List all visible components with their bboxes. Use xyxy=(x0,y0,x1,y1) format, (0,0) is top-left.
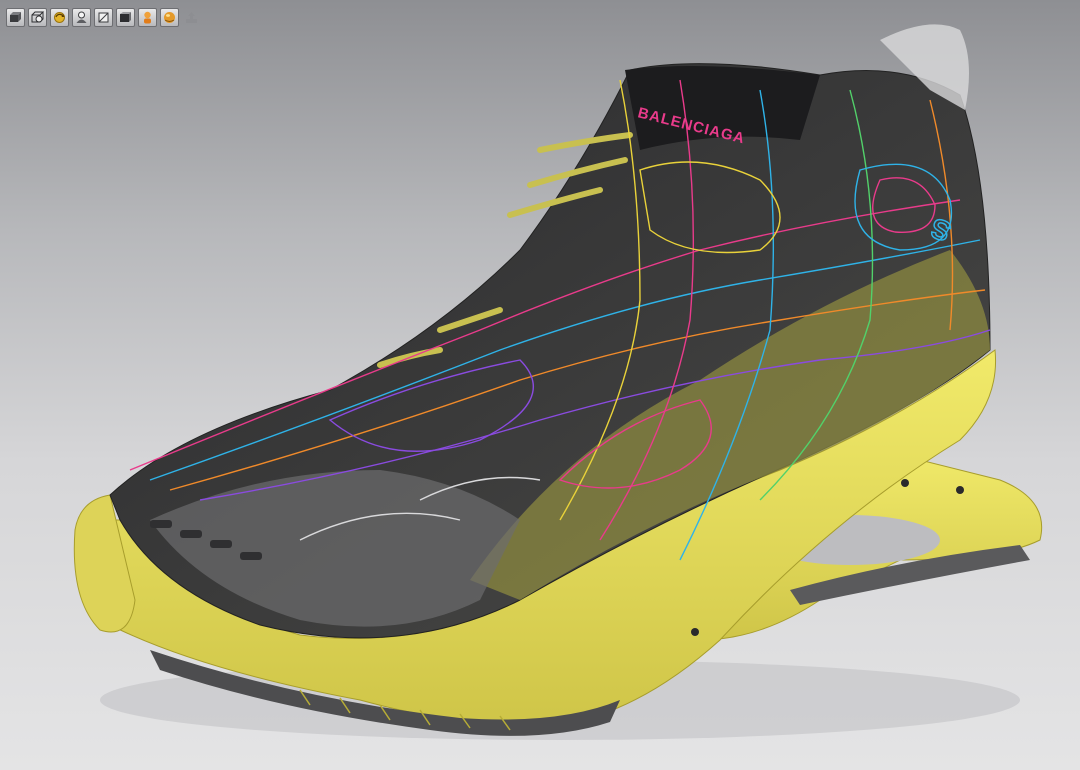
rotate-light-button[interactable] xyxy=(50,8,69,27)
sneaker-3d-model[interactable]: BALENCIAGA S xyxy=(0,0,1080,770)
user-figure-icon xyxy=(144,11,151,24)
environment-sphere-icon xyxy=(164,12,175,23)
rotate-light-icon xyxy=(54,12,65,23)
heel-rivet xyxy=(691,628,699,636)
wireframe-view-button[interactable] xyxy=(28,8,47,27)
view-toolbar xyxy=(6,8,201,28)
hidden-line-view-icon xyxy=(98,12,109,23)
flat-shaded-view-button[interactable] xyxy=(116,8,135,27)
export-upload-icon xyxy=(186,12,197,23)
shaded-view-button[interactable] xyxy=(6,8,25,27)
hidden-line-view-button[interactable] xyxy=(94,8,113,27)
heel-rivet xyxy=(901,479,909,487)
shaded-view-icon xyxy=(10,12,21,22)
flat-shaded-view-icon xyxy=(120,12,131,22)
user-figure-button[interactable] xyxy=(138,8,157,27)
heel-rivet xyxy=(956,486,964,494)
person-view-icon xyxy=(76,11,87,23)
export-upload-button[interactable] xyxy=(182,8,201,27)
person-view-button[interactable] xyxy=(72,8,91,27)
3d-viewport[interactable]: BALENCIAGA S xyxy=(0,0,1080,770)
environment-sphere-button[interactable] xyxy=(160,8,179,27)
wireframe-view-icon xyxy=(31,11,45,23)
